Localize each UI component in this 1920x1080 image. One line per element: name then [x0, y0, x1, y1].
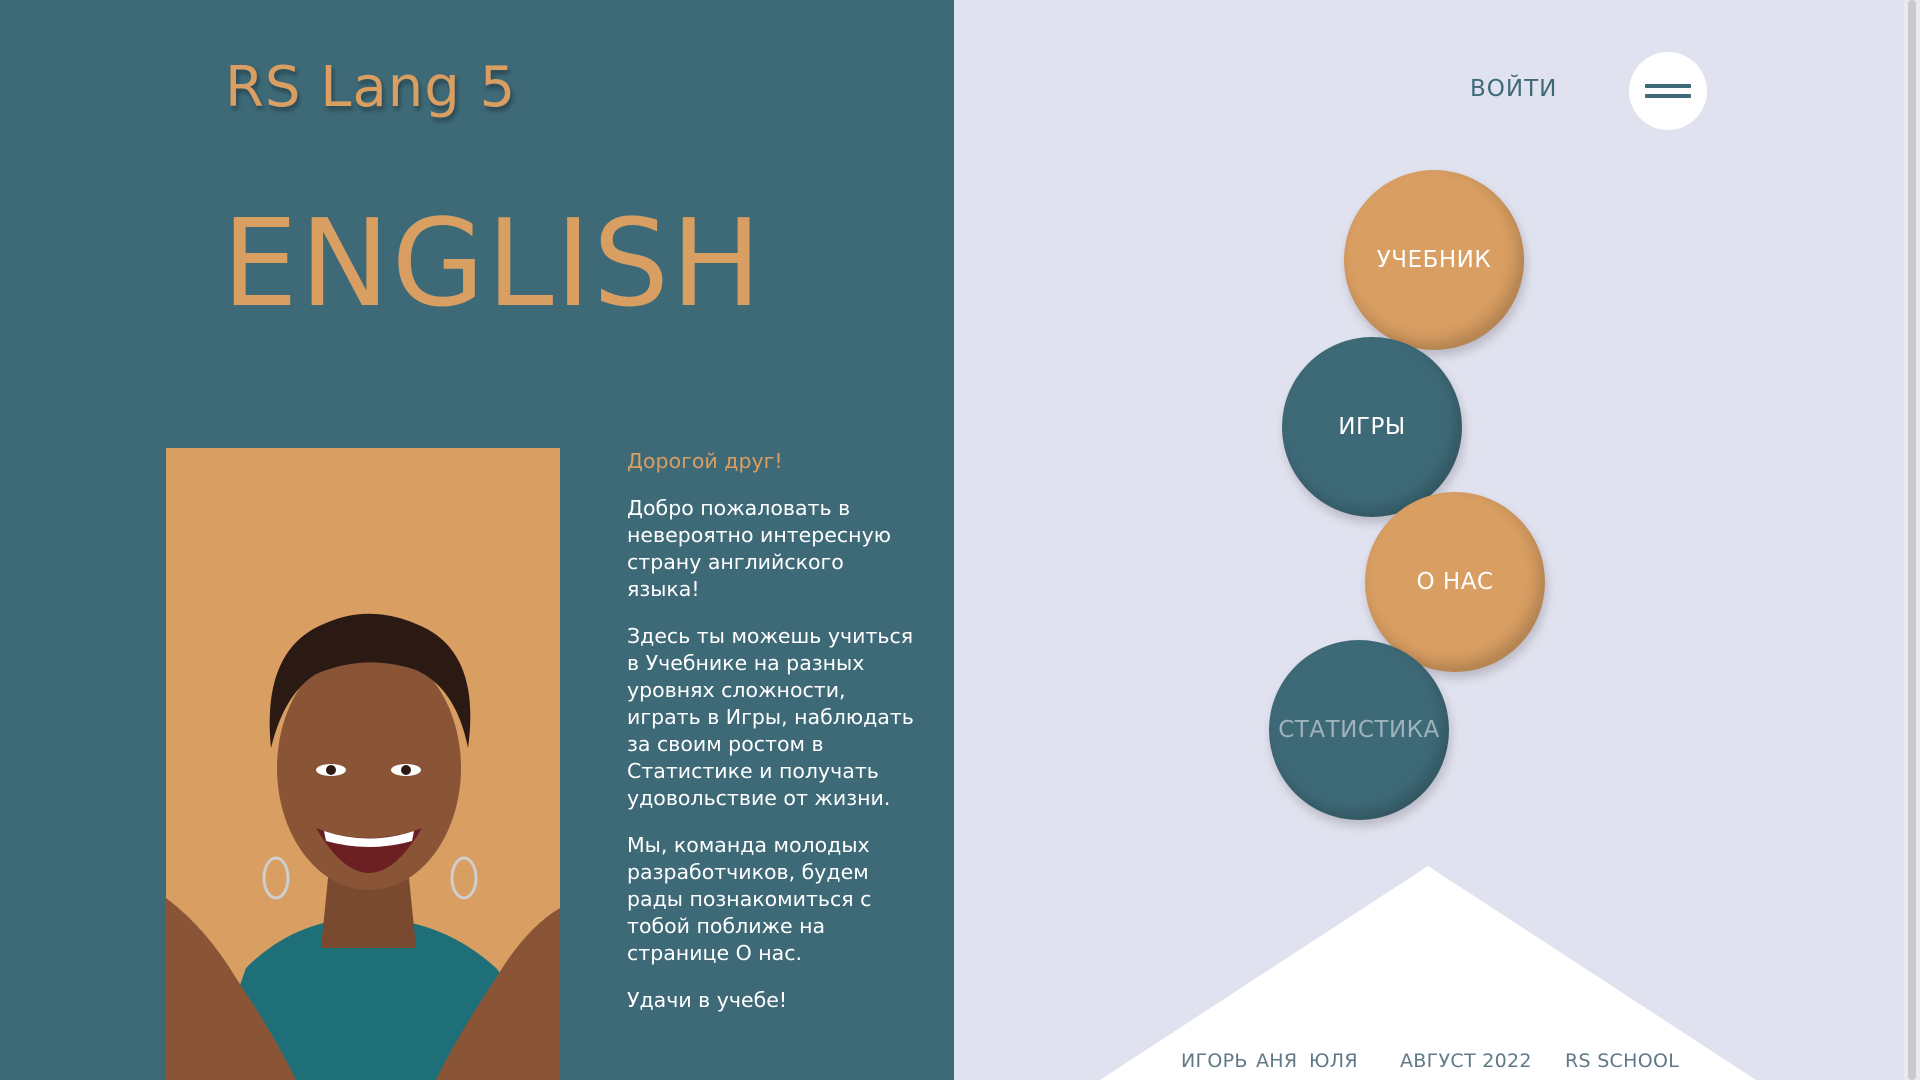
- scrollbar[interactable]: [1904, 0, 1920, 1080]
- smiling-woman-photo: [166, 448, 560, 1080]
- hero-photo: [166, 448, 560, 1080]
- nav-games-button[interactable]: ИГРЫ: [1282, 337, 1462, 517]
- footer-date: АВГУСТ 2022: [1400, 1050, 1532, 1072]
- nav-statistics-button[interactable]: СТАТИСТИКА: [1269, 640, 1449, 820]
- logo[interactable]: RS Lang 5: [225, 55, 516, 120]
- footer-triangle: [1100, 866, 1756, 1080]
- hero-title: ENGLISH: [222, 195, 764, 334]
- footer-author-link[interactable]: АНЯ: [1256, 1050, 1297, 1072]
- hamburger-line: [1645, 84, 1691, 88]
- welcome-paragraph: Добро пожаловать в невероятно интересную…: [627, 496, 891, 601]
- login-button[interactable]: ВОЙТИ: [1470, 76, 1557, 102]
- scrollbar-thumb[interactable]: [1908, 0, 1916, 1080]
- footer-school-link[interactable]: RS SCHOOL: [1565, 1050, 1679, 1072]
- footer-author-link[interactable]: ЮЛЯ: [1309, 1050, 1358, 1072]
- hamburger-line: [1645, 94, 1691, 98]
- welcome-text: Дорогой друг! Добро пожаловать в невероя…: [627, 448, 917, 1034]
- welcome-paragraph: Мы, команда молодых разработчиков, будем…: [627, 833, 872, 965]
- nav-textbook-button[interactable]: УЧЕБНИК: [1344, 170, 1524, 350]
- hamburger-icon[interactable]: [1629, 52, 1707, 130]
- footer-author-link[interactable]: ИГОРЬ: [1181, 1050, 1248, 1072]
- left-panel: RS Lang 5 ENGLISH Дорогой друг! Добро по…: [0, 0, 954, 1080]
- welcome-paragraph: Здесь ты можешь учиться в Учебнике на ра…: [627, 624, 914, 810]
- nav-about-button[interactable]: О НАС: [1365, 492, 1545, 672]
- welcome-paragraph: Удачи в учебе!: [627, 988, 788, 1012]
- welcome-greeting: Дорогой друг!: [627, 449, 783, 473]
